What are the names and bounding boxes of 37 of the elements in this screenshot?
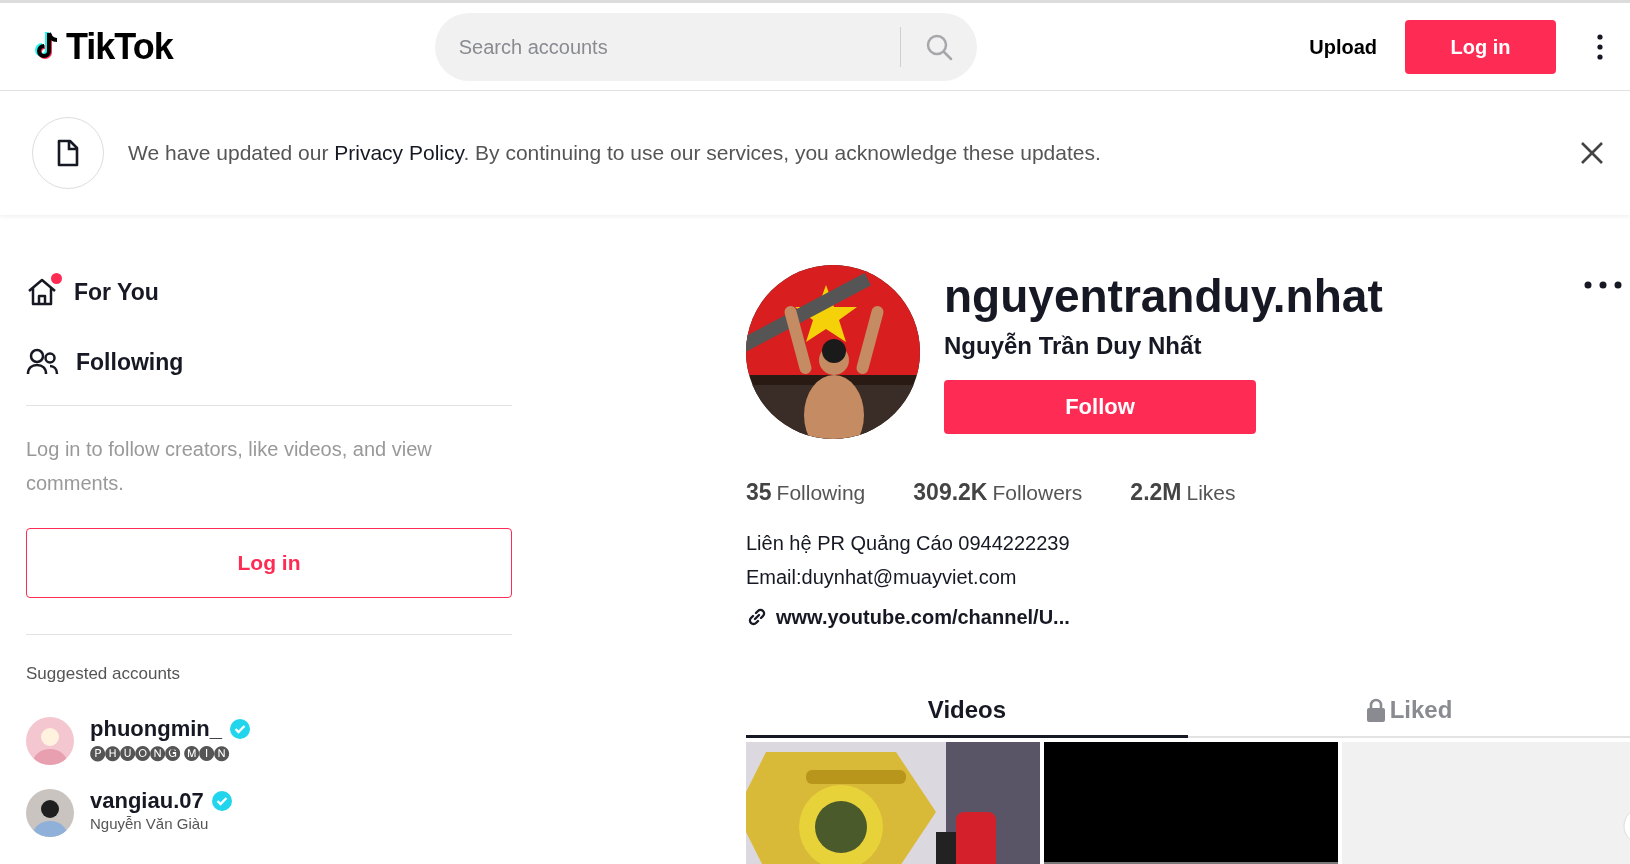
account-item[interactable]: phuongmin_ 🅟🅗🅤🅞🅝🅖 🅜🅘🅝 [26,704,512,777]
people-icon[interactable] [26,347,60,377]
login-button[interactable]: Log in [26,528,512,598]
profile-tab[interactable]: Videos [746,685,1188,738]
search-bar[interactable]: Search accounts [434,12,977,81]
username: phuongmin_ [90,717,222,742]
stat-value: 2.2M [1130,478,1182,507]
profile-link[interactable]: www.youtube.com/channel/U... [776,601,1070,632]
bio-text: Liên hệ PR Quảng Cáo 0944222239 [746,530,1071,556]
section-heading: Suggested accounts [26,663,182,685]
privacy-policy-link[interactable]: Privacy Policy [334,141,464,165]
stat-value: 309.2K [913,478,988,507]
stat-label: Following [776,480,866,506]
username: vangiau.07 [90,789,204,814]
stat-value: 35 [746,478,772,507]
display-name: 🅟🅗🅤🅞🅝🅖 🅜🅘🅝 [90,742,231,764]
upload-button[interactable]: Upload [1303,30,1383,63]
logo-text[interactable]: TikTok [66,19,173,74]
account-item[interactable]: vangiau.07 Nguyễn Văn Giàu [26,776,512,849]
menu-icon[interactable] [1596,32,1604,61]
stat-label: Followers [992,480,1083,506]
more-icon [1584,281,1622,289]
profile-username: nguyentranduy.nhat [944,271,1384,322]
display-name: Nguyễn Văn Giàu [90,814,210,835]
login-button[interactable]: Log in [1405,19,1556,74]
search-field[interactable]: Search accounts [434,30,900,63]
stat-label: Likes [1186,480,1236,506]
nav-link[interactable]: For You [74,274,159,310]
follow-button[interactable]: Follow [944,379,1256,434]
bio-text: Email:duynhat@muayviet.com [746,564,1018,590]
login-prompt: Log in to follow creators, like videos, and view comments. [26,437,433,496]
close-icon[interactable] [1580,141,1604,165]
profile-display-name: Nguyễn Trần Duy Nhất [944,330,1203,361]
notice-text: We have updated our Privacy Policy. By continuing to use our services, you acknowledge these updates. [128,140,1101,167]
nav-link[interactable]: Following [76,344,184,380]
document-icon [56,139,80,167]
home-icon[interactable] [26,277,58,307]
